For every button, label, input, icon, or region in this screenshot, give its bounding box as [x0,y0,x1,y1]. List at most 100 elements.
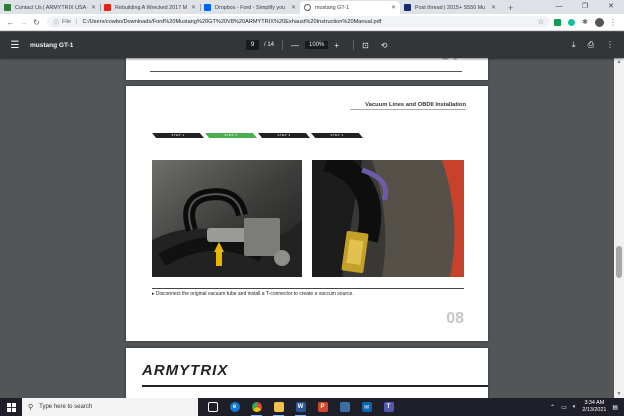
tab-title: Dropbox - Ford - Simplify you [215,4,286,11]
zoom-input[interactable]: 100% [305,41,329,49]
step-item: STEP 3 [258,133,310,138]
taskbar-clock[interactable]: 3:34 AM 2/13/2021 [582,400,606,414]
scroll-down-icon[interactable]: ▼ [614,391,624,397]
tab-title: Rebuilding A Wrecked 2017 M [115,4,188,11]
pdf-toolbar: ☰ mustang GT-1 9 / 14 — 100% + ⊡ ⟲ ⤓ ⎙ ⋮ [0,32,624,58]
tab-dropbox[interactable]: Dropbox - Ford - Simplify you ✕ [200,1,300,14]
photos-icon[interactable] [336,398,353,416]
tab-mustang-gt1[interactable]: mustang GT-1 ✕ [300,1,400,14]
download-icon[interactable]: ⤓ [572,40,576,50]
zoom-in-icon[interactable]: + [334,41,339,50]
tab-contact-us[interactable]: Contact Us | ARMYTRIX USA - ✕ [0,1,100,14]
chevron-up-icon[interactable]: ⌃ [550,404,555,411]
tab-title: Post thread | 2015+ S550 Mu [415,4,486,11]
scheme-label: File [62,19,72,25]
dropbox-favicon [204,4,211,11]
vacuum-tube-photo [152,160,302,277]
file-explorer-icon[interactable] [270,398,287,416]
globe-favicon [304,4,311,11]
document-title: mustang GT-1 [30,41,74,49]
pdf-scrollbar[interactable]: ▲ ▼ [614,58,624,398]
chrome-icon[interactable] [248,398,265,416]
page-number-input[interactable]: 9 [246,40,259,50]
scroll-up-icon[interactable]: ▲ [614,59,624,65]
divider: | [76,19,78,25]
forward-arrow-icon[interactable]: → [17,18,30,27]
puzzle-extensions-icon[interactable]: ✱ [578,18,592,26]
close-tab-icon[interactable]: ✕ [291,4,296,11]
search-icon: ⚲ [28,404,34,411]
page-controls: 9 / 14 — 100% + ⊡ ⟲ [246,40,393,50]
print-icon[interactable]: ⎙ [588,40,594,50]
close-tab-icon[interactable]: ✕ [91,4,96,11]
edge-icon[interactable]: e [226,398,243,416]
start-button[interactable] [0,402,22,412]
close-tab-icon[interactable]: ✕ [491,4,496,11]
menu-icon[interactable]: ☰ [0,40,30,51]
teams-icon[interactable]: T [380,398,397,416]
step-progress: STEP 1 STEP 2 STEP 3 STEP 4 [152,133,364,138]
close-tab-icon[interactable]: ✕ [391,4,396,11]
volume-icon[interactable]: 🔈︎ [573,404,577,411]
tab-title: mustang GT-1 [315,4,350,11]
page-number: 08 [446,310,464,327]
tab-title: Contact Us | ARMYTRIX USA - [15,4,88,11]
bookmark-star-icon[interactable]: ☆ [538,18,544,26]
clock-time: 3:34 AM [584,400,605,406]
scroll-thumb[interactable] [616,246,622,278]
address-bar[interactable]: ⓘ File | C:/Users/cowbo/Downloads/Ford%2… [47,16,550,28]
tab-post-thread[interactable]: Post thread | 2015+ S550 Mu ✕ [400,1,500,14]
tab-strip: Contact Us | ARMYTRIX USA - ✕ Rebuilding… [0,0,624,14]
grammarly-icon[interactable] [564,18,578,26]
reload-icon[interactable]: ↻ [30,18,43,27]
t-connector-photo [312,160,464,277]
armytrix-favicon [4,4,11,11]
pdf-page-current: Vacuum Lines and OBDII Installation STEP… [126,86,488,341]
notifications-icon[interactable]: ▤ [612,404,618,411]
tab-rebuilding[interactable]: Rebuilding A Wrecked 2017 M ✕ [100,1,200,14]
taskbar-search-box[interactable]: ⚲ Type here to search [22,398,198,416]
divider [353,40,355,50]
page-total: / 14 [264,42,275,48]
window-controls: — ❐ ✕ [546,0,624,14]
maximize-icon[interactable]: ❐ [572,0,598,14]
caption-rule [152,288,464,289]
caption-text: Disconnect the original vacuum tube and … [155,291,354,297]
powerpoint-icon[interactable]: P [314,398,331,416]
forum-favicon [404,4,411,11]
system-tray: ⌃ ▭ 🔈︎ 3:34 AM 2/13/2021 ▤ [550,400,624,414]
mail-icon[interactable]: ✉ [358,398,375,416]
extension-icon[interactable] [550,18,564,26]
instruction-caption: ▸ Disconnect the original vacuum tube an… [152,291,354,297]
minimize-icon[interactable]: — [546,0,572,14]
armytrix-logo: ARMYTRIX [142,362,229,379]
step-item: STEP 1 [152,133,204,138]
info-icon[interactable]: ⓘ [53,18,59,27]
back-arrow-icon[interactable]: ← [4,18,17,27]
more-menu-icon[interactable]: ⋮ [606,18,620,27]
footer-rule [150,71,462,72]
section-title: Vacuum Lines and OBDII Installation [365,102,466,108]
pdf-actions: ⤓ ⎙ ⋮ [572,40,614,50]
windows-logo-icon [6,402,16,412]
fit-page-icon[interactable]: ⊡ [362,41,369,50]
close-tab-icon[interactable]: ✕ [191,4,196,11]
close-window-icon[interactable]: ✕ [598,0,624,14]
more-options-icon[interactable]: ⋮ [606,40,614,50]
profile-avatar[interactable] [592,17,606,27]
rotate-icon[interactable]: ⟲ [381,41,388,50]
youtube-favicon [104,4,111,11]
zoom-out-icon[interactable]: — [291,41,299,50]
url-text: C:/Users/cowbo/Downloads/Ford%20Mustang%… [82,19,382,25]
pinned-apps: e W P ✉ T [204,398,397,416]
browser-toolbar: ← → ↻ ⓘ File | C:/Users/cowbo/Downloads/… [0,14,624,31]
step-item: STEP 4 [311,133,363,138]
header-rule [142,385,488,387]
new-tab-button[interactable]: + [508,3,513,13]
word-icon[interactable]: W [292,398,309,416]
title-rule [350,109,466,110]
divider [282,40,284,50]
network-icon[interactable]: ▭ [561,404,567,411]
step-item-active: STEP 2 [205,133,257,138]
task-view-icon[interactable] [204,398,221,416]
